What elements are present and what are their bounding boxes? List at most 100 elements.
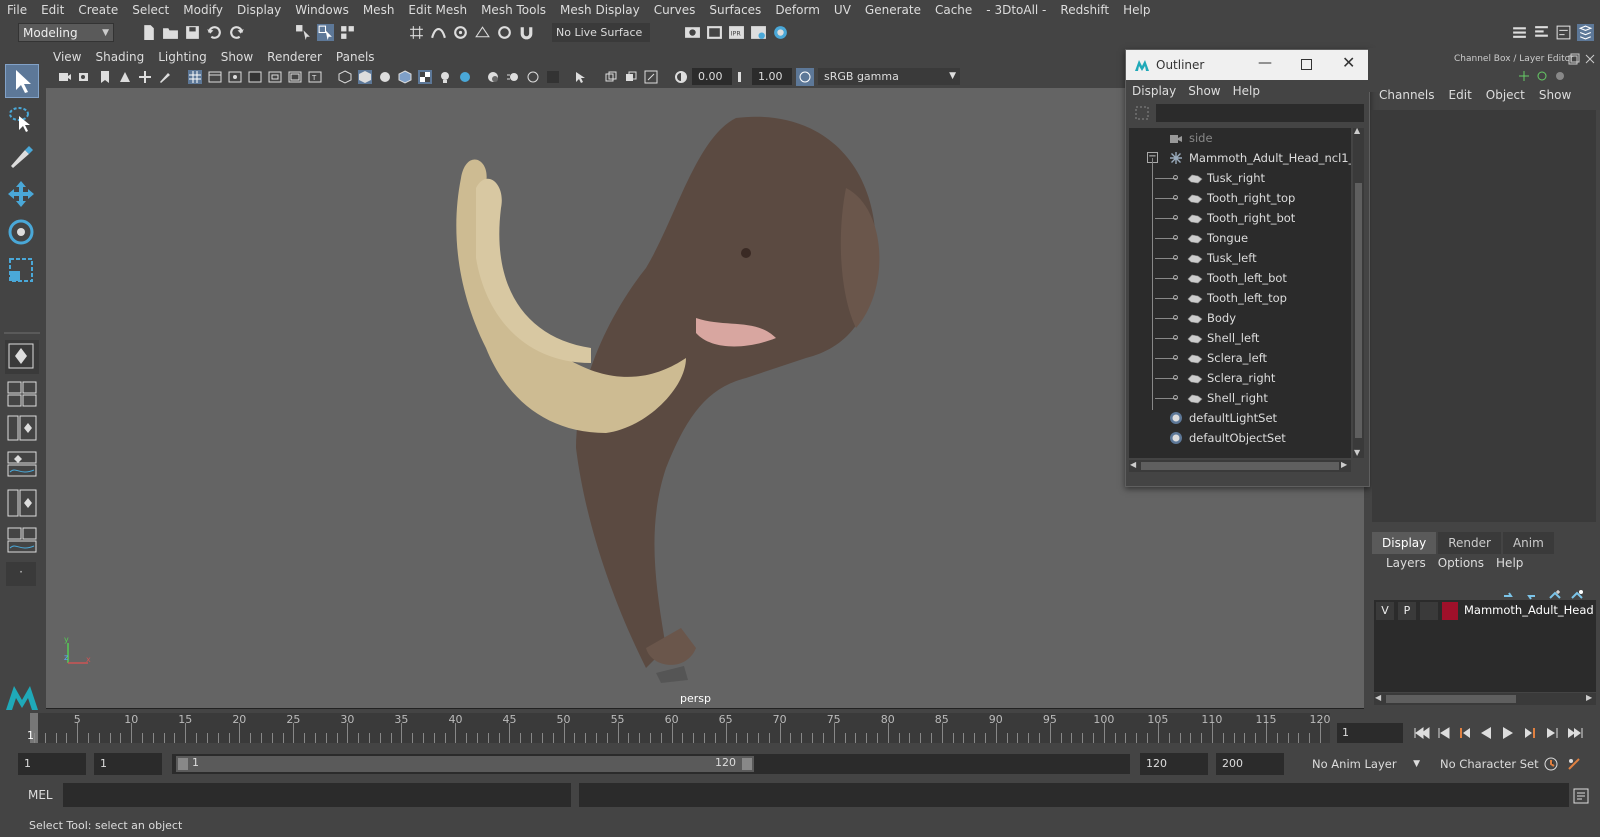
menu-edit-mesh[interactable]: Edit Mesh bbox=[401, 3, 474, 17]
viewport-menu-shading[interactable]: Shading bbox=[88, 50, 151, 64]
outliner-item[interactable]: Sclera_left bbox=[1129, 348, 1351, 368]
menu-modify[interactable]: Modify bbox=[176, 3, 230, 17]
scroll-up-icon[interactable]: ▲ bbox=[1354, 126, 1360, 135]
exposure-icon[interactable] bbox=[674, 70, 688, 84]
outliner-item[interactable]: Sclera_right bbox=[1129, 368, 1351, 388]
menu-display[interactable]: Display bbox=[230, 3, 288, 17]
xray-icon[interactable] bbox=[604, 70, 618, 84]
current-frame-field[interactable]: 1 bbox=[1337, 723, 1403, 743]
animation-preferences-icon[interactable] bbox=[1566, 756, 1582, 772]
channel-box-menu-show[interactable]: Show bbox=[1532, 88, 1578, 102]
persp-graph-layout-icon[interactable] bbox=[6, 450, 38, 478]
hypershade-layout-icon[interactable] bbox=[6, 488, 38, 518]
outliner-item[interactable]: Tooth_right_top bbox=[1129, 188, 1351, 208]
scroll-down-icon[interactable]: ▼ bbox=[1354, 448, 1360, 457]
menu-windows[interactable]: Windows bbox=[288, 3, 356, 17]
playback-start-field[interactable]: 1 bbox=[94, 753, 162, 775]
range-end-grip[interactable] bbox=[742, 758, 752, 770]
snap-magnet-icon[interactable] bbox=[518, 24, 535, 41]
menu-edit[interactable]: Edit bbox=[34, 3, 71, 17]
snap-live-surface-icon[interactable] bbox=[496, 24, 513, 41]
outliner-titlebar[interactable]: Outliner — ✕ bbox=[1126, 50, 1369, 80]
camera-attributes-icon[interactable] bbox=[78, 70, 92, 84]
outliner-item[interactable]: Body bbox=[1129, 308, 1351, 328]
outliner-item[interactable]: Tusk_left bbox=[1129, 248, 1351, 268]
anim-layer-dropdown[interactable]: No Anim Layer ▼ bbox=[1306, 753, 1424, 775]
outliner-item[interactable]: Shell_left bbox=[1129, 328, 1351, 348]
outliner-item[interactable]: side bbox=[1129, 128, 1351, 148]
scroll-right-icon[interactable]: ▶ bbox=[1586, 693, 1592, 702]
menu-select[interactable]: Select bbox=[125, 3, 176, 17]
save-scene-icon[interactable] bbox=[184, 24, 201, 41]
layer-horizontal-scrollbar[interactable]: ◀ ▶ bbox=[1374, 693, 1596, 705]
go-to-start-icon[interactable] bbox=[1413, 726, 1431, 740]
command-input[interactable] bbox=[63, 783, 571, 807]
viewport-menu-show[interactable]: Show bbox=[214, 50, 260, 64]
manipulator-icon[interactable] bbox=[1518, 70, 1530, 82]
ipr-render-icon[interactable]: IPR bbox=[728, 24, 745, 41]
new-scene-icon[interactable] bbox=[140, 24, 157, 41]
safe-title-icon[interactable]: T bbox=[308, 70, 322, 84]
more-layouts-button[interactable]: · bbox=[6, 562, 36, 586]
command-language-label[interactable]: MEL bbox=[28, 788, 53, 802]
select-hierarchy-icon[interactable] bbox=[295, 24, 312, 41]
exposure-field[interactable]: 0.00 bbox=[692, 68, 732, 85]
animation-end-field[interactable]: 200 bbox=[1216, 753, 1284, 775]
minimize-icon[interactable]: — bbox=[1258, 55, 1272, 71]
step-back-key-icon[interactable] bbox=[1458, 726, 1472, 740]
2d-pan-zoom-icon[interactable] bbox=[138, 70, 152, 84]
lasso-tool-button[interactable] bbox=[5, 102, 39, 136]
outliner-item[interactable]: defaultLightSet bbox=[1129, 408, 1351, 428]
snap-curve-icon[interactable] bbox=[430, 24, 447, 41]
outliner-horizontal-scrollbar[interactable]: ◀ ▶ bbox=[1129, 460, 1351, 472]
viewport-menu-panels[interactable]: Panels bbox=[329, 50, 382, 64]
menu-mesh-display[interactable]: Mesh Display bbox=[553, 3, 647, 17]
go-to-end-icon[interactable] bbox=[1566, 726, 1584, 740]
channel-box-body[interactable] bbox=[1372, 110, 1596, 522]
render-settings-icon[interactable] bbox=[684, 24, 701, 41]
render-frame-icon[interactable] bbox=[706, 24, 723, 41]
filter-icon[interactable] bbox=[1134, 105, 1150, 121]
color-management-icon[interactable] bbox=[796, 68, 814, 86]
speed-icon[interactable] bbox=[1536, 70, 1548, 82]
persp-outliner-layout-icon[interactable] bbox=[6, 414, 38, 442]
play-backwards-icon[interactable] bbox=[1479, 726, 1493, 740]
menu-generate[interactable]: Generate bbox=[858, 3, 928, 17]
select-camera-icon[interactable] bbox=[58, 70, 72, 84]
range-start-grip[interactable] bbox=[178, 758, 188, 770]
gate-mask-icon[interactable] bbox=[248, 70, 262, 84]
step-back-frame-icon[interactable] bbox=[1437, 726, 1451, 740]
screen-space-ao-icon[interactable] bbox=[486, 70, 500, 84]
outliner-item[interactable]: Shell_right bbox=[1129, 388, 1351, 408]
outliner-menu-show[interactable]: Show bbox=[1182, 84, 1226, 98]
outliner-graph-layout-icon[interactable] bbox=[6, 526, 38, 554]
scroll-left-icon[interactable]: ◀ bbox=[1375, 693, 1381, 702]
xray-joints-icon[interactable] bbox=[624, 70, 638, 84]
menu-help[interactable]: Help bbox=[1116, 3, 1157, 17]
float-panel-icon[interactable] bbox=[1568, 53, 1580, 65]
viewport-menu-lighting[interactable]: Lighting bbox=[151, 50, 214, 64]
outliner-item[interactable]: defaultObjectSet bbox=[1129, 428, 1351, 448]
motion-blur-icon[interactable] bbox=[506, 70, 520, 84]
outliner-item[interactable]: − Mammoth_Adult_Head_ncl1_1 bbox=[1129, 148, 1351, 168]
tab-render[interactable]: Render bbox=[1438, 532, 1501, 554]
layer-display-type-toggle[interactable] bbox=[1420, 602, 1438, 620]
image-plane-icon[interactable] bbox=[118, 70, 132, 84]
select-tool-button[interactable] bbox=[5, 64, 39, 98]
use-all-lights-icon[interactable] bbox=[438, 70, 452, 84]
step-forward-key-icon[interactable] bbox=[1523, 726, 1537, 740]
field-chart-icon[interactable] bbox=[268, 70, 282, 84]
channel-box-toggle-icon[interactable] bbox=[1577, 24, 1594, 41]
outliner-search-input[interactable] bbox=[1156, 104, 1364, 122]
scroll-right-icon[interactable]: ▶ bbox=[1341, 460, 1347, 469]
menu-mesh-tools[interactable]: Mesh Tools bbox=[474, 3, 553, 17]
undo-icon[interactable] bbox=[206, 24, 223, 41]
snap-view-plane-icon[interactable] bbox=[474, 24, 491, 41]
modeling-toolkit-icon[interactable] bbox=[1511, 24, 1528, 41]
four-view-layout-icon[interactable] bbox=[6, 380, 38, 408]
open-scene-icon[interactable] bbox=[162, 24, 179, 41]
menu-deform[interactable]: Deform bbox=[768, 3, 827, 17]
hypershade-icon[interactable] bbox=[772, 24, 789, 41]
rotate-tool-button[interactable] bbox=[5, 216, 39, 250]
menu-set-dropdown[interactable]: Modeling ▼ bbox=[18, 23, 114, 42]
